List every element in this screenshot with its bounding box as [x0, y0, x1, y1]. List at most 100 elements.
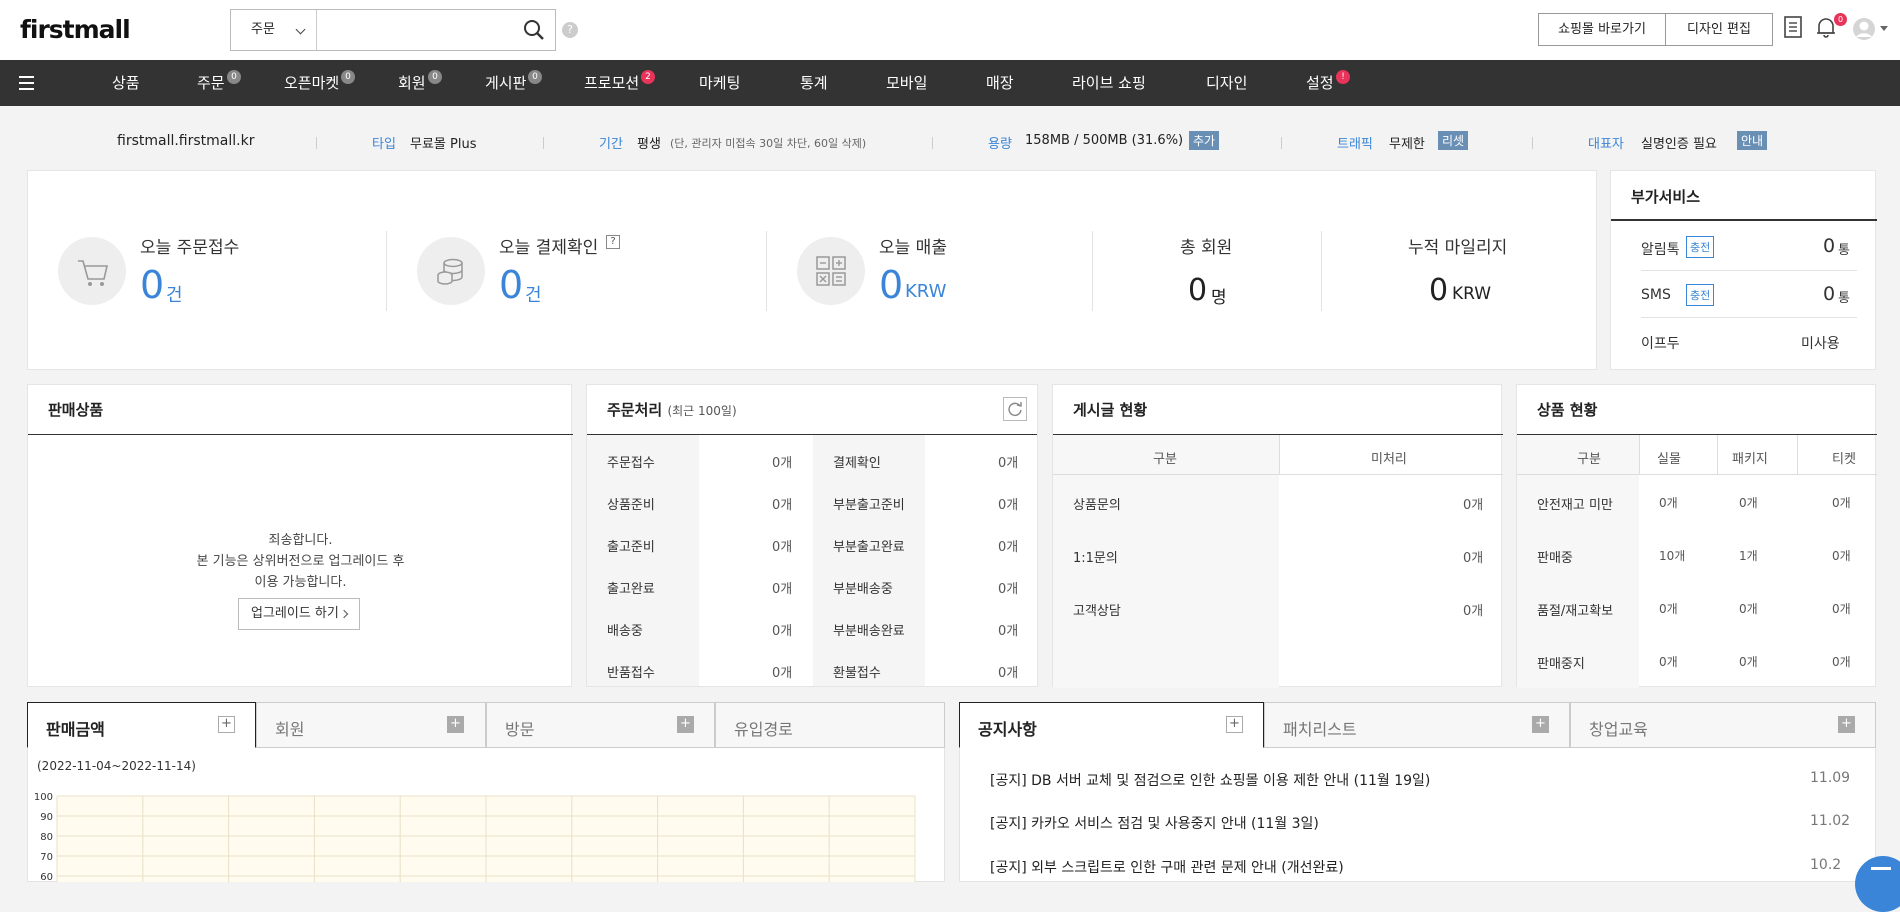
product-row-value[interactable]: 0개 — [1739, 494, 1758, 511]
mileage-value[interactable]: 0 — [1429, 273, 1448, 308]
ceo-guide-button[interactable]: 안내 — [1737, 131, 1768, 150]
chat-button[interactable] — [1855, 856, 1900, 912]
chevron-down-icon[interactable] — [1880, 26, 1888, 32]
product-row-label[interactable]: 품절/재고확보 — [1537, 600, 1613, 619]
refresh-icon[interactable] — [1003, 397, 1027, 421]
order-status-label[interactable]: 부분출고준비 — [833, 494, 905, 513]
payments-value[interactable]: 0 — [499, 265, 523, 305]
board-row-value[interactable]: 0개 — [1463, 494, 1483, 513]
order-status-count[interactable]: 0개 — [772, 452, 792, 471]
search-icon[interactable] — [523, 19, 545, 41]
order-status-label[interactable]: 부분배송중 — [833, 578, 893, 597]
order-status-count[interactable]: 0개 — [998, 662, 1018, 681]
tab-patch-list[interactable]: 패치리스트 + — [1264, 702, 1570, 748]
product-row-value[interactable]: 0개 — [1739, 600, 1758, 617]
help-icon[interactable]: ? — [562, 22, 578, 38]
nav-item-2[interactable]: 오픈마켓 0 — [284, 60, 355, 106]
nav-item-4[interactable]: 게시판 0 — [485, 60, 542, 106]
order-status-count[interactable]: 0개 — [772, 620, 792, 639]
search-input[interactable] — [321, 14, 501, 46]
hamburger-menu-icon[interactable] — [19, 76, 34, 90]
search-type-select[interactable]: 주문 — [231, 10, 317, 50]
order-status-label[interactable]: 상품준비 — [607, 494, 655, 513]
order-status-label[interactable]: 주문접수 — [607, 452, 655, 471]
product-row-value[interactable]: 0개 — [1832, 494, 1851, 511]
orders-value[interactable]: 0 — [140, 265, 164, 305]
order-status-count[interactable]: 0개 — [998, 620, 1018, 639]
order-status-label[interactable]: 결제확인 — [833, 452, 881, 471]
notice-item[interactable]: [공지] 외부 스크립트로 인한 구매 관련 문제 안내 (개선완료) — [990, 857, 1344, 877]
notice-item[interactable]: [공지] DB 서버 교체 및 점검으로 인한 쇼핑몰 이용 제한 안내 (11… — [990, 770, 1430, 790]
product-row-label[interactable]: 안전재고 미만 — [1537, 494, 1613, 513]
nav-item-12[interactable]: 설정! — [1306, 60, 1350, 106]
product-row-value[interactable]: 1개 — [1739, 547, 1758, 564]
traffic-reset-button[interactable]: 리셋 — [1438, 131, 1469, 150]
tab-sales-amount[interactable]: 판매금액 + — [27, 702, 256, 748]
nav-item-11[interactable]: 디자인 — [1206, 60, 1247, 106]
order-status-count[interactable]: 0개 — [772, 578, 792, 597]
tab-referrers[interactable]: 유입경로 — [715, 702, 945, 748]
product-row-value[interactable]: 10개 — [1659, 547, 1685, 564]
sales-value[interactable]: 0 — [879, 265, 903, 305]
logo[interactable]: firstmall — [20, 15, 131, 44]
board-row-label[interactable]: 상품문의 — [1073, 494, 1121, 513]
order-status-label[interactable]: 부분출고완료 — [833, 536, 905, 555]
product-row-value[interactable]: 0개 — [1832, 653, 1851, 670]
nav-item-0[interactable]: 상품 — [112, 60, 140, 106]
product-row-value[interactable]: 0개 — [1832, 600, 1851, 617]
product-row-value[interactable]: 0개 — [1832, 547, 1851, 564]
sms-charge-button[interactable]: 충전 — [1686, 284, 1715, 306]
order-status-label[interactable]: 부분배송완료 — [833, 620, 905, 639]
plus-icon[interactable]: + — [1226, 716, 1243, 733]
capacity-add-button[interactable]: 추가 — [1189, 131, 1220, 150]
order-status-label[interactable]: 배송중 — [607, 620, 643, 639]
nav-item-10[interactable]: 라이브 쇼핑 — [1072, 60, 1146, 106]
order-status-count[interactable]: 0개 — [772, 662, 792, 681]
order-status-count[interactable]: 0개 — [998, 578, 1018, 597]
order-status-label[interactable]: 출고준비 — [607, 536, 655, 555]
product-row-label[interactable]: 판매중 — [1537, 547, 1573, 566]
plus-icon[interactable]: + — [1532, 716, 1549, 733]
members-value[interactable]: 0 — [1188, 273, 1207, 308]
nav-item-6[interactable]: 마케팅 — [699, 60, 740, 106]
nav-item-5[interactable]: 프로모션 2 — [584, 60, 655, 106]
tab-members[interactable]: 회원 + — [256, 702, 486, 748]
notice-item[interactable]: [공지] 카카오 서비스 점검 및 사용중지 안내 (11월 3일) — [990, 813, 1319, 833]
order-status-count[interactable]: 0개 — [772, 536, 792, 555]
plus-icon[interactable]: + — [447, 716, 464, 733]
nav-item-1[interactable]: 주문 0 — [197, 60, 241, 106]
board-row-label[interactable]: 고객상담 — [1073, 600, 1121, 619]
plus-icon[interactable]: + — [677, 716, 694, 733]
order-status-label[interactable]: 출고완료 — [607, 578, 655, 597]
product-row-value[interactable]: 0개 — [1659, 653, 1678, 670]
board-row-label[interactable]: 1:1문의 — [1073, 547, 1118, 566]
tab-visits[interactable]: 방문 + — [486, 702, 715, 748]
board-row-value[interactable]: 0개 — [1463, 600, 1483, 619]
document-icon[interactable] — [1784, 16, 1802, 38]
nav-item-9[interactable]: 매장 — [986, 60, 1014, 106]
nav-item-3[interactable]: 회원 0 — [398, 60, 442, 106]
alimtalk-charge-button[interactable]: 충전 — [1686, 236, 1715, 258]
design-edit-button[interactable]: 디자인 편집 — [1665, 13, 1773, 46]
upgrade-button[interactable]: 업그레이드 하기 — [238, 598, 360, 630]
order-status-count[interactable]: 0개 — [998, 494, 1018, 513]
nav-item-8[interactable]: 모바일 — [886, 60, 927, 106]
order-status-label[interactable]: 환불접수 — [833, 662, 881, 681]
order-status-count[interactable]: 0개 — [998, 452, 1018, 471]
product-row-value[interactable]: 0개 — [1659, 494, 1678, 511]
order-status-count[interactable]: 0개 — [772, 494, 792, 513]
payments-help-icon[interactable]: ? — [606, 235, 620, 249]
nav-item-7[interactable]: 통계 — [800, 60, 828, 106]
plus-icon[interactable]: + — [1838, 716, 1855, 733]
order-status-label[interactable]: 반품접수 — [607, 662, 655, 681]
product-row-value[interactable]: 0개 — [1739, 653, 1758, 670]
shop-link-button[interactable]: 쇼핑몰 바로가기 — [1538, 13, 1666, 46]
tab-startup-education[interactable]: 창업교육 + — [1570, 702, 1876, 748]
product-row-label[interactable]: 판매중지 — [1537, 653, 1585, 672]
order-status-count[interactable]: 0개 — [998, 536, 1018, 555]
plus-icon[interactable]: + — [218, 716, 235, 733]
avatar-icon[interactable] — [1852, 17, 1876, 41]
board-row-value[interactable]: 0개 — [1463, 547, 1483, 566]
tab-notices[interactable]: 공지사항 + — [959, 702, 1264, 748]
product-row-value[interactable]: 0개 — [1659, 600, 1678, 617]
